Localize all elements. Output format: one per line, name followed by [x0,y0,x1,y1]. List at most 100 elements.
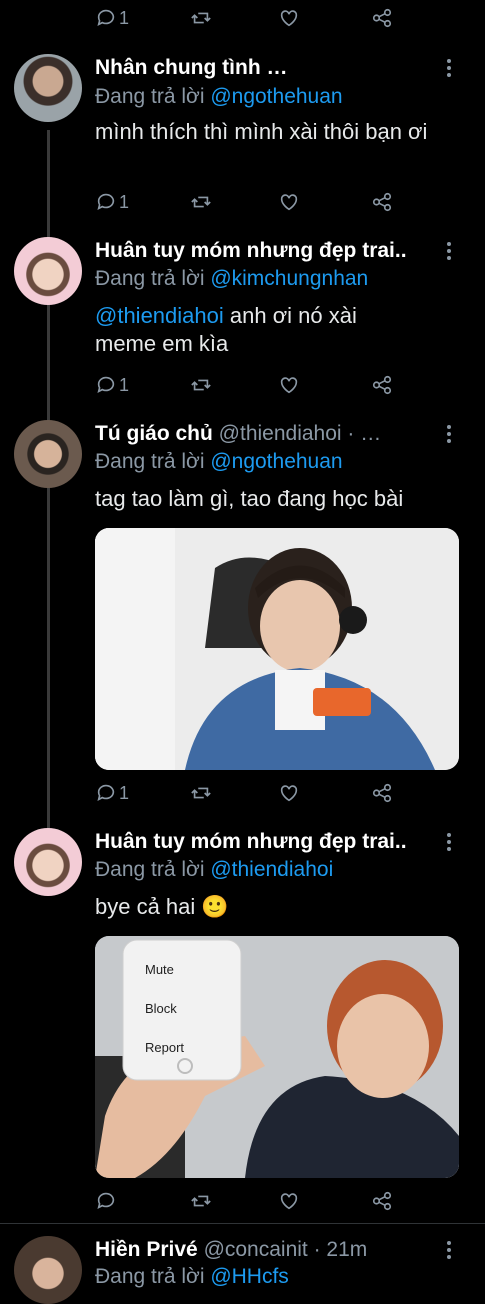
replying-to-link[interactable]: @ngothehuan [210,85,342,108]
tweet-actions: 1 [95,781,395,805]
retweet-icon [191,379,211,391]
replying-to-prefix: Đang trả lời [95,85,205,108]
tweet-photo[interactable] [95,528,459,770]
share-button[interactable] [371,1189,393,1213]
author-handle[interactable]: @concainit · 21m [204,1238,368,1261]
retweet-button[interactable] [190,1189,212,1213]
author-name[interactable]: Hiền Privé [95,1238,198,1261]
author-name[interactable]: Huân tuy móm nhưng đẹp trai.. [95,239,407,262]
reply-count: 1 [119,374,130,395]
reply-count: 1 [119,782,130,803]
avatar[interactable] [14,237,82,305]
avatar[interactable] [14,54,82,122]
like-button[interactable] [278,373,300,397]
like-button[interactable] [278,1189,300,1213]
share-button[interactable] [371,190,393,214]
more-options-button[interactable] [440,1237,458,1263]
replying-to-link[interactable]: @thiendiahoi [210,858,333,881]
author-name[interactable]: Tú giáo chủ [95,422,213,445]
replying-to-prefix: Đang trả lời [95,450,205,473]
heart-icon [280,377,298,394]
more-vertical-icon [447,425,451,443]
retweet-icon [191,1195,211,1207]
author-line: Huân tuy móm nhưng đẹp trai.. [95,829,435,855]
more-vertical-icon [447,242,451,260]
reply-count: 1 [119,191,130,212]
heart-icon [280,194,298,211]
author-line: Tú giáo chủ @thiendiahoi · … [95,421,435,447]
like-button[interactable] [278,781,300,805]
retweet-icon [191,787,211,799]
tweet-text: mình thích thì mình xài thôi bạn ơi [95,119,428,144]
tweet-photo[interactable]: Mute Block Report [95,936,459,1178]
share-icon [372,192,392,212]
tweet-actions: 1 [95,373,395,397]
replying-to: Đang trả lời @ngothehuan [95,449,343,475]
share-button[interactable] [371,6,393,30]
like-button[interactable] [278,6,300,30]
reply-count: 1 [119,7,130,28]
reply-button[interactable]: 1 [95,373,129,397]
tweet-actions: 1 [95,190,395,214]
retweet-button[interactable] [190,190,212,214]
replying-to: Đang trả lời @kimchungnhan [95,266,368,292]
replying-to-link[interactable]: @kimchungnhan [210,267,368,290]
replying-to-link[interactable]: @ngothehuan [210,450,342,473]
divider [0,1223,485,1224]
more-options-button[interactable] [440,421,458,447]
heart-icon [280,1193,298,1210]
reply-button[interactable]: 1 [95,781,129,805]
more-options-button[interactable] [440,55,458,81]
tweet-text: bye cả hai 🙂 [95,894,229,919]
avatar[interactable] [14,828,82,896]
author-handle[interactable]: @thiendiahoi · … [219,422,382,445]
replying-to: Đang trả lời @ngothehuan [95,84,343,110]
retweet-button[interactable] [190,373,212,397]
retweet-button[interactable] [190,781,212,805]
menu-item-block: Block [145,1001,177,1016]
menu-item-mute: Mute [145,962,174,977]
photo-person-headset [95,528,459,770]
more-options-button[interactable] [440,829,458,855]
tweet-actions: 1 [95,6,395,30]
more-options-button[interactable] [440,238,458,264]
reply-button[interactable]: 1 [95,6,129,30]
author-name[interactable]: Nhân chung tình … [95,56,287,79]
reply-button[interactable]: 1 [95,190,129,214]
share-icon [372,783,392,803]
avatar[interactable] [14,420,82,488]
avatar[interactable] [14,1236,82,1304]
replying-to-prefix: Đang trả lời [95,1265,205,1288]
author-line: Huân tuy móm nhưng đẹp trai.. [95,238,435,264]
replying-to-prefix: Đang trả lời [95,858,205,881]
tweet-text: @thiendiahoi anh ơi nó xài meme em kìa [95,302,405,358]
replying-to: Đang trả lời @HHcfs [95,1264,289,1290]
reply-icon [97,376,115,393]
heart-icon [280,785,298,802]
share-button[interactable] [371,373,393,397]
tweet-text: tag tao làm gì, tao đang học bài [95,486,404,511]
like-button[interactable] [278,190,300,214]
tweet-actions [95,1189,395,1213]
author-line: Hiền Privé @concainit · 21m [95,1237,435,1263]
share-icon [372,375,392,395]
reply-icon [97,193,115,210]
reply-button[interactable] [95,1189,117,1213]
replying-to-link[interactable]: @HHcfs [210,1265,288,1288]
retweet-button[interactable] [190,6,212,30]
share-button[interactable] [371,781,393,805]
mention-link[interactable]: @thiendiahoi [95,303,224,328]
author-name[interactable]: Huân tuy móm nhưng đẹp trai.. [95,830,407,853]
share-icon [372,1191,392,1211]
replying-to-prefix: Đang trả lời [95,267,205,290]
more-vertical-icon [447,1241,451,1259]
author-line: Nhân chung tình … [95,55,435,81]
reply-icon [97,9,115,26]
reply-icon [97,1192,115,1209]
share-icon [372,8,392,28]
heart-icon [280,10,298,27]
reply-icon [97,784,115,801]
retweet-icon [191,12,211,24]
more-vertical-icon [447,833,451,851]
menu-item-report: Report [145,1040,185,1055]
